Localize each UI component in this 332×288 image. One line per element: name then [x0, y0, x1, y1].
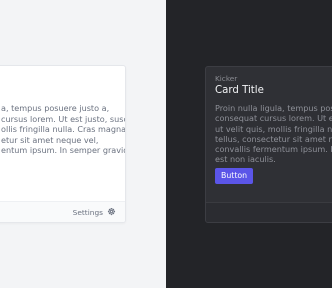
dark-card: Kicker Card Title Proin nulla ligula, te…: [205, 66, 332, 223]
settings-link[interactable]: Settings: [73, 207, 116, 218]
dark-card-body: Proin nulla ligula, tempus posuere conse…: [215, 103, 332, 165]
settings-label: Settings: [72, 208, 103, 217]
light-card-body-line: ollis fringilla nulla. Cras magna: [1, 124, 125, 134]
dark-card-footer: [206, 202, 332, 222]
dark-card-body-line: Proin nulla ligula, tempus posuere: [215, 103, 332, 113]
gear-icon: [103, 207, 116, 218]
card-button[interactable]: Button: [215, 168, 254, 184]
light-card-footer: Settings: [0, 201, 125, 222]
card-title: Card Title: [215, 85, 264, 96]
dark-card-body-line: est non iaculis.: [215, 154, 276, 165]
dark-card-body-line: consequat cursus lorem. Ut est: [215, 113, 332, 124]
dark-card-body-line: convallis fermentum ipsum. In se: [215, 144, 332, 155]
dark-card-body-line: ut velit quis, mollis fringilla nulla: [215, 123, 332, 134]
light-theme-panel: a, tempus posuere justo a, cursus lorem.…: [0, 0, 166, 288]
light-card-body: a, tempus posuere justo a, cursus lorem.…: [1, 103, 125, 156]
light-card-body-line: a, tempus posuere justo a,: [1, 103, 110, 113]
light-card-body-line: cursus lorem. Ut est justo, suscipit: [1, 113, 125, 124]
dark-card-body-line: tellus, consectetur sit amet neque: [215, 133, 332, 144]
light-card-body-line: etur sit amet neque vel,: [1, 134, 99, 145]
card-kicker: Kicker: [215, 74, 238, 83]
light-card-body-line: entum ipsum. In semper gravida: [1, 145, 125, 155]
dark-theme-panel: Kicker Card Title Proin nulla ligula, te…: [166, 0, 332, 288]
light-card: a, tempus posuere justo a, cursus lorem.…: [0, 65, 126, 223]
